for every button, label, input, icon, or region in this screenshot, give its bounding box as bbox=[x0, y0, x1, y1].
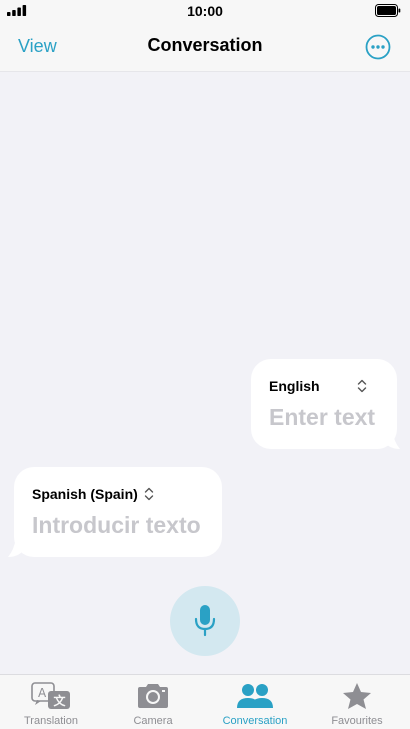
tab-conversation[interactable]: Conversation bbox=[204, 675, 306, 729]
tab-conversation-label: Conversation bbox=[222, 715, 288, 727]
camera-icon bbox=[138, 684, 168, 708]
translation-icon: A 文 bbox=[31, 682, 70, 709]
status-bar: 10:00 bbox=[0, 0, 410, 22]
tab-camera[interactable]: Camera bbox=[102, 675, 204, 729]
tab-bar: A 文 Translation Camera Conversation Favo… bbox=[0, 674, 410, 729]
english-input-bubble[interactable]: English Enter text bbox=[251, 359, 397, 449]
page-title: Conversation bbox=[147, 35, 263, 55]
english-language-selector[interactable]: English bbox=[269, 378, 320, 394]
spanish-input-bubble[interactable]: Spanish (Spain) Introducir texto bbox=[14, 467, 222, 557]
navigation-bar: View Conversation bbox=[0, 22, 410, 72]
svg-text:文: 文 bbox=[54, 693, 67, 708]
tab-translation-label: Translation bbox=[23, 715, 78, 727]
tab-favourites-label: Favourites bbox=[331, 715, 383, 727]
microphone-icon bbox=[194, 605, 216, 637]
chevron-up-down-icon[interactable] bbox=[144, 487, 154, 501]
tab-camera-label: Camera bbox=[133, 715, 173, 727]
tab-translation[interactable]: A 文 Translation bbox=[0, 675, 102, 729]
more-options-icon[interactable] bbox=[365, 34, 391, 60]
svg-text:A: A bbox=[38, 686, 47, 700]
tab-favourites[interactable]: Favourites bbox=[306, 675, 408, 729]
people-icon bbox=[237, 684, 273, 708]
spanish-language-selector[interactable]: Spanish (Spain) bbox=[32, 486, 138, 502]
microphone-button[interactable] bbox=[170, 586, 240, 656]
chevron-up-down-icon[interactable] bbox=[357, 379, 367, 393]
english-text-field[interactable]: Enter text bbox=[269, 404, 375, 431]
battery-icon bbox=[375, 4, 401, 17]
status-time: 10:00 bbox=[187, 3, 223, 19]
spanish-text-field[interactable]: Introducir texto bbox=[32, 512, 201, 539]
star-icon bbox=[343, 683, 371, 709]
